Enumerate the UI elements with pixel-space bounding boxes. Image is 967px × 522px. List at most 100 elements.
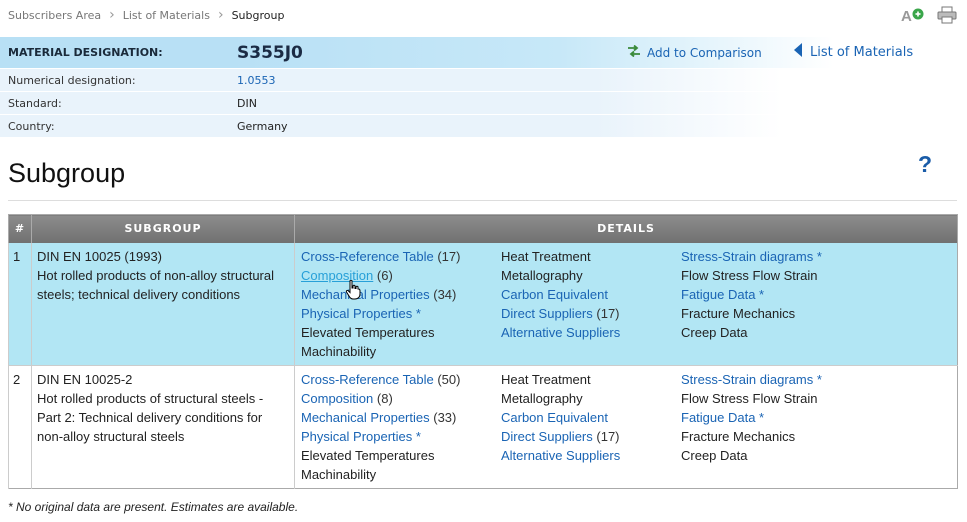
detail-item[interactable]: Stress-Strain diagrams * bbox=[681, 247, 941, 266]
row-number: 2 bbox=[8, 364, 32, 488]
detail-item: Heat Treatment bbox=[501, 370, 681, 389]
add-to-comparison-label: Add to Comparison bbox=[647, 45, 762, 60]
hand-cursor-icon bbox=[345, 280, 361, 300]
svg-text:A: A bbox=[901, 8, 912, 24]
detail-item[interactable]: Mechanical Properties (34) bbox=[301, 285, 501, 304]
detail-item[interactable]: Direct Suppliers (17) bbox=[501, 304, 681, 323]
detail-item[interactable]: Physical Properties * bbox=[301, 304, 501, 323]
detail-link[interactable]: Physical Properties * bbox=[301, 306, 421, 321]
detail-count: (33) bbox=[433, 409, 457, 425]
table-row: 2 DIN EN 10025-2 Hot rolled products of st… bbox=[8, 364, 958, 488]
detail-link[interactable]: Alternative Suppliers bbox=[501, 448, 620, 463]
subgroup-table: # SUBGROUP DETAILS 1 DIN EN 10025 (1993) H… bbox=[8, 214, 958, 489]
details-column: Heat Treatment Metallography Carbon Equiva… bbox=[501, 247, 681, 361]
detail-item: Fracture Mechanics bbox=[681, 427, 941, 446]
header-details: DETAILS bbox=[294, 214, 958, 243]
detail-label: Elevated Temperatures bbox=[301, 324, 435, 340]
detail-count: (8) bbox=[376, 390, 393, 406]
country-row: Country: Germany bbox=[0, 115, 967, 138]
chevron-right-icon: › bbox=[109, 7, 115, 23]
detail-item[interactable]: Physical Properties * bbox=[301, 427, 501, 446]
detail-item[interactable]: Alternative Suppliers bbox=[501, 446, 681, 465]
detail-count: (17) bbox=[596, 305, 620, 321]
detail-label: Fracture Mechanics bbox=[681, 305, 796, 321]
detail-link[interactable]: Carbon Equivalent bbox=[501, 410, 608, 425]
detail-label: Fracture Mechanics bbox=[681, 428, 796, 444]
details-column: Stress-Strain diagrams * Flow Stress Flow… bbox=[681, 247, 941, 361]
row-number: 1 bbox=[8, 242, 32, 365]
breadcrumb: Subscribers Area › List of Materials › S… bbox=[8, 7, 284, 23]
detail-item[interactable]: Fatigue Data * bbox=[681, 408, 941, 427]
numerical-designation-row: Numerical designation: 1.0553 bbox=[0, 69, 967, 92]
help-icon[interactable]: ? bbox=[918, 151, 932, 178]
list-of-materials-link[interactable]: List of Materials bbox=[794, 43, 913, 61]
detail-link[interactable]: Fatigue Data * bbox=[681, 410, 764, 425]
footnote: * No original data are present. Estimate… bbox=[8, 500, 299, 514]
subgroup-description: Hot rolled products of non-alloy structu… bbox=[37, 267, 275, 302]
detail-link[interactable]: Stress-Strain diagrams * bbox=[681, 249, 822, 264]
font-size-icon[interactable]: A bbox=[901, 6, 924, 25]
detail-item: Elevated Temperatures bbox=[301, 446, 501, 465]
detail-link[interactable]: Cross-Reference Table bbox=[301, 372, 434, 387]
detail-item[interactable]: Fatigue Data * bbox=[681, 285, 941, 304]
detail-link[interactable]: Fatigue Data * bbox=[681, 287, 764, 302]
compare-arrows-icon bbox=[627, 44, 641, 60]
details-column: Stress-Strain diagrams * Flow Stress Flow… bbox=[681, 370, 941, 484]
detail-link[interactable]: Mechanical Properties bbox=[301, 287, 430, 302]
detail-count: (6) bbox=[376, 267, 393, 283]
detail-item[interactable]: Direct Suppliers (17) bbox=[501, 427, 681, 446]
detail-item: Machinability bbox=[301, 342, 501, 361]
detail-label: Flow Stress Flow Strain bbox=[681, 267, 818, 283]
detail-link[interactable]: Composition bbox=[301, 268, 373, 283]
numerical-designation-value[interactable]: 1.0553 bbox=[226, 69, 967, 92]
standard-label: Standard: bbox=[0, 92, 226, 115]
detail-item: Heat Treatment bbox=[501, 247, 681, 266]
detail-item[interactable]: Carbon Equivalent bbox=[501, 285, 681, 304]
subgroup-cell: DIN EN 10025 (1993) Hot rolled products o… bbox=[31, 242, 295, 365]
country-label: Country: bbox=[0, 115, 226, 138]
details-column: Cross-Reference Table (17) Composition (6… bbox=[301, 247, 501, 361]
detail-label: Creep Data bbox=[681, 447, 748, 463]
detail-item[interactable]: Composition (8) bbox=[301, 389, 501, 408]
details-column: Cross-Reference Table (50) Composition (8… bbox=[301, 370, 501, 484]
detail-link[interactable]: Composition bbox=[301, 391, 373, 406]
detail-link[interactable]: Alternative Suppliers bbox=[501, 325, 620, 340]
detail-item[interactable]: Composition (6) bbox=[301, 266, 501, 285]
divider bbox=[8, 200, 957, 201]
detail-link[interactable]: Cross-Reference Table bbox=[301, 249, 434, 264]
detail-item: Creep Data bbox=[681, 446, 941, 465]
detail-label: Flow Stress Flow Strain bbox=[681, 390, 818, 406]
detail-item: Machinability bbox=[301, 465, 501, 484]
detail-item: Metallography bbox=[501, 389, 681, 408]
detail-item[interactable]: Mechanical Properties (33) bbox=[301, 408, 501, 427]
material-designation-label: MATERIAL DESIGNATION: bbox=[0, 37, 226, 69]
detail-label: Machinability bbox=[301, 343, 377, 359]
detail-item: Creep Data bbox=[681, 323, 941, 342]
detail-label: Creep Data bbox=[681, 324, 748, 340]
detail-item[interactable]: Cross-Reference Table (17) bbox=[301, 247, 501, 266]
chevron-right-icon: › bbox=[217, 7, 224, 23]
detail-link[interactable]: Carbon Equivalent bbox=[501, 287, 608, 302]
detail-link[interactable]: Direct Suppliers bbox=[501, 429, 593, 444]
list-of-materials-label: List of Materials bbox=[810, 44, 914, 60]
details-cell: Cross-Reference Table (50) Composition (8… bbox=[294, 364, 958, 488]
detail-item[interactable]: Alternative Suppliers bbox=[501, 323, 681, 342]
detail-link[interactable]: Mechanical Properties bbox=[301, 410, 430, 425]
numerical-designation-label: Numerical designation: bbox=[0, 69, 226, 92]
detail-link[interactable]: Stress-Strain diagrams * bbox=[681, 372, 822, 387]
breadcrumb-list-of-materials[interactable]: List of Materials bbox=[123, 9, 210, 22]
breadcrumb-subscribers-area[interactable]: Subscribers Area bbox=[8, 9, 101, 22]
detail-item[interactable]: Carbon Equivalent bbox=[501, 408, 681, 427]
detail-item[interactable]: Cross-Reference Table (50) bbox=[301, 370, 501, 389]
detail-link[interactable]: Direct Suppliers bbox=[501, 306, 593, 321]
page-title: Subgroup bbox=[8, 158, 126, 188]
detail-link[interactable]: Physical Properties * bbox=[301, 429, 421, 444]
top-toolbar: A bbox=[901, 6, 957, 25]
add-to-comparison-link[interactable]: Add to Comparison bbox=[627, 44, 762, 60]
header-subgroup: SUBGROUP bbox=[31, 214, 295, 243]
detail-label: Machinability bbox=[301, 466, 377, 482]
standard-row: Standard: DIN bbox=[0, 92, 967, 115]
detail-item[interactable]: Stress-Strain diagrams * bbox=[681, 370, 941, 389]
print-icon[interactable] bbox=[937, 6, 957, 24]
details-columns: Cross-Reference Table (50) Composition (8… bbox=[301, 370, 957, 484]
